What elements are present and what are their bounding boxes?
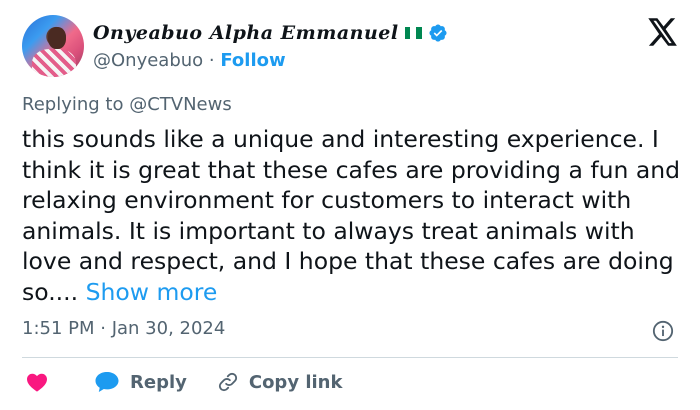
copy-link-button[interactable]: Copy link xyxy=(217,371,343,393)
copy-link-label: Copy link xyxy=(248,371,343,393)
verified-badge-icon xyxy=(429,24,447,42)
display-name[interactable]: 𝑶𝒏𝒚𝒆𝒂𝒃𝒖𝒐 𝑨𝒍𝒑𝒉𝒂 𝑬𝒎𝒎𝒂𝒏𝒖𝒆𝒍 xyxy=(93,22,399,44)
handle-separator: · xyxy=(203,50,221,71)
follow-button[interactable]: Follow xyxy=(220,50,285,71)
nigeria-flag-icon xyxy=(404,27,422,39)
x-logo-icon[interactable] xyxy=(648,18,678,46)
reply-label: Reply xyxy=(130,371,187,393)
link-icon xyxy=(218,372,237,392)
like-button[interactable] xyxy=(22,372,48,392)
heart-icon xyxy=(27,373,47,392)
show-more-link[interactable]: Show more xyxy=(86,278,218,306)
reply-icon xyxy=(95,372,119,392)
tweet-timestamp[interactable]: 1:51 PM · Jan 30, 2024 xyxy=(22,318,225,339)
info-icon[interactable] xyxy=(652,320,674,342)
avatar-face xyxy=(48,27,66,49)
avatar-shirt xyxy=(32,49,76,77)
avatar[interactable] xyxy=(22,15,84,77)
reply-button[interactable]: Reply xyxy=(94,371,187,393)
handle-row: @Onyeabuo · Follow xyxy=(93,50,286,71)
tweet-text: this sounds like a unique and interestin… xyxy=(22,124,682,307)
divider xyxy=(22,357,678,358)
replying-to[interactable]: Replying to @CTVNews xyxy=(22,94,232,115)
name-row: 𝑶𝒏𝒚𝒆𝒂𝒃𝒖𝒐 𝑨𝒍𝒑𝒉𝒂 𝑬𝒎𝒎𝒂𝒏𝒖𝒆𝒍 xyxy=(93,20,448,46)
action-bar: Reply Copy link xyxy=(22,366,342,398)
user-handle[interactable]: @Onyeabuo xyxy=(93,50,203,71)
